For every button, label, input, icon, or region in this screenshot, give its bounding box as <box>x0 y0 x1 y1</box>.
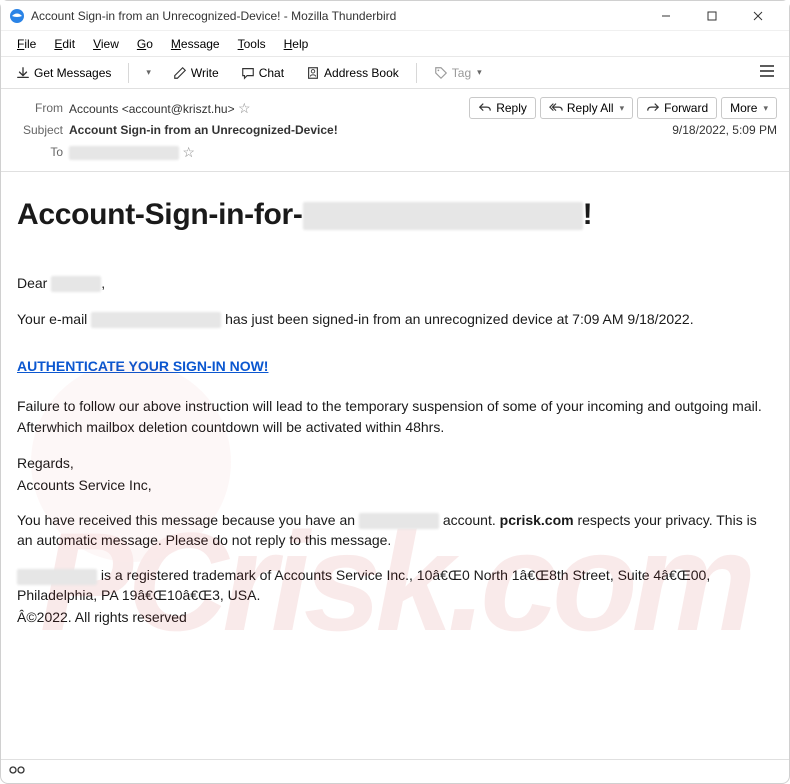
address-book-button[interactable]: Address Book <box>297 61 408 85</box>
star-contact-button[interactable]: ☆ <box>238 100 251 116</box>
window-controls <box>643 1 781 31</box>
menu-edit[interactable]: Edit <box>46 34 83 54</box>
pencil-icon <box>173 66 187 80</box>
address-book-icon <box>306 66 320 80</box>
to-value: ☆ <box>69 144 777 161</box>
trademark-line: is a registered trademark of Accounts Se… <box>17 566 773 605</box>
menu-go[interactable]: Go <box>129 34 161 54</box>
subject-label: Subject <box>13 123 63 137</box>
statusbar <box>1 759 789 783</box>
sender-line: Accounts Service Inc, <box>17 476 773 496</box>
app-menu-button[interactable] <box>751 60 783 85</box>
regards-line: Regards, <box>17 454 773 474</box>
chat-button[interactable]: Chat <box>232 61 293 85</box>
body-heading: Account-Sign-in-for-! <box>17 194 773 236</box>
message-header: From Accounts <account@kriszt.hu> ☆ Repl… <box>1 89 789 172</box>
thunderbird-icon <box>9 8 25 24</box>
maximize-button[interactable] <box>689 1 735 31</box>
reply-icon <box>478 101 492 115</box>
close-button[interactable] <box>735 1 781 31</box>
download-icon <box>16 66 30 80</box>
window-titlebar: Account Sign-in from an Unrecognized-Dev… <box>1 1 789 31</box>
forward-button[interactable]: Forward <box>637 97 717 119</box>
tag-icon <box>434 66 448 80</box>
tag-button[interactable]: Tag <box>425 61 491 85</box>
subject-value: Account Sign-in from an Unrecognized-Dev… <box>69 123 666 137</box>
menu-message[interactable]: Message <box>163 34 228 54</box>
connection-status-icon[interactable] <box>9 763 25 780</box>
greeting-line: Dear , <box>17 274 773 294</box>
footer-privacy: You have received this message because y… <box>17 511 773 550</box>
warning-line-2: Afterwhich mailbox deletion countdown wi… <box>17 418 773 438</box>
menu-tools[interactable]: Tools <box>230 34 274 54</box>
signin-info-line: Your e-mail has just been signed-in from… <box>17 310 773 330</box>
menu-file[interactable]: File <box>9 34 44 54</box>
more-button[interactable]: More <box>721 97 777 119</box>
get-messages-button[interactable]: Get Messages <box>7 61 120 85</box>
reply-button[interactable]: Reply <box>469 97 536 119</box>
write-button[interactable]: Write <box>164 61 228 85</box>
copyright-line: Â©2022. All rights reserved <box>17 608 773 628</box>
chat-icon <box>241 66 255 80</box>
message-body: PCrisk.com Account-Sign-in-for-! Dear , … <box>1 172 789 659</box>
menu-help[interactable]: Help <box>276 34 317 54</box>
to-label: To <box>13 145 63 159</box>
menubar: File Edit View Go Message Tools Help <box>1 31 789 57</box>
toolbar-separator <box>128 63 129 83</box>
get-messages-dropdown[interactable]: ▾ <box>137 62 160 83</box>
from-value: Accounts <account@kriszt.hu> ☆ <box>69 100 463 117</box>
authenticate-link[interactable]: AUTHENTICATE YOUR SIGN-IN NOW! <box>17 357 268 377</box>
warning-line-1: Failure to follow our above instruction … <box>17 397 773 417</box>
minimize-button[interactable] <box>643 1 689 31</box>
window-title: Account Sign-in from an Unrecognized-Dev… <box>31 9 643 23</box>
toolbar: Get Messages ▾ Write Chat Address Book T… <box>1 57 789 89</box>
star-contact-button[interactable]: ☆ <box>182 144 195 160</box>
menu-view[interactable]: View <box>85 34 127 54</box>
forward-icon <box>646 101 660 115</box>
message-datetime: 9/18/2022, 5:09 PM <box>672 123 777 137</box>
reply-all-icon <box>549 101 563 115</box>
from-label: From <box>13 101 63 115</box>
reply-all-button[interactable]: Reply All <box>540 97 633 119</box>
toolbar-separator <box>416 63 417 83</box>
